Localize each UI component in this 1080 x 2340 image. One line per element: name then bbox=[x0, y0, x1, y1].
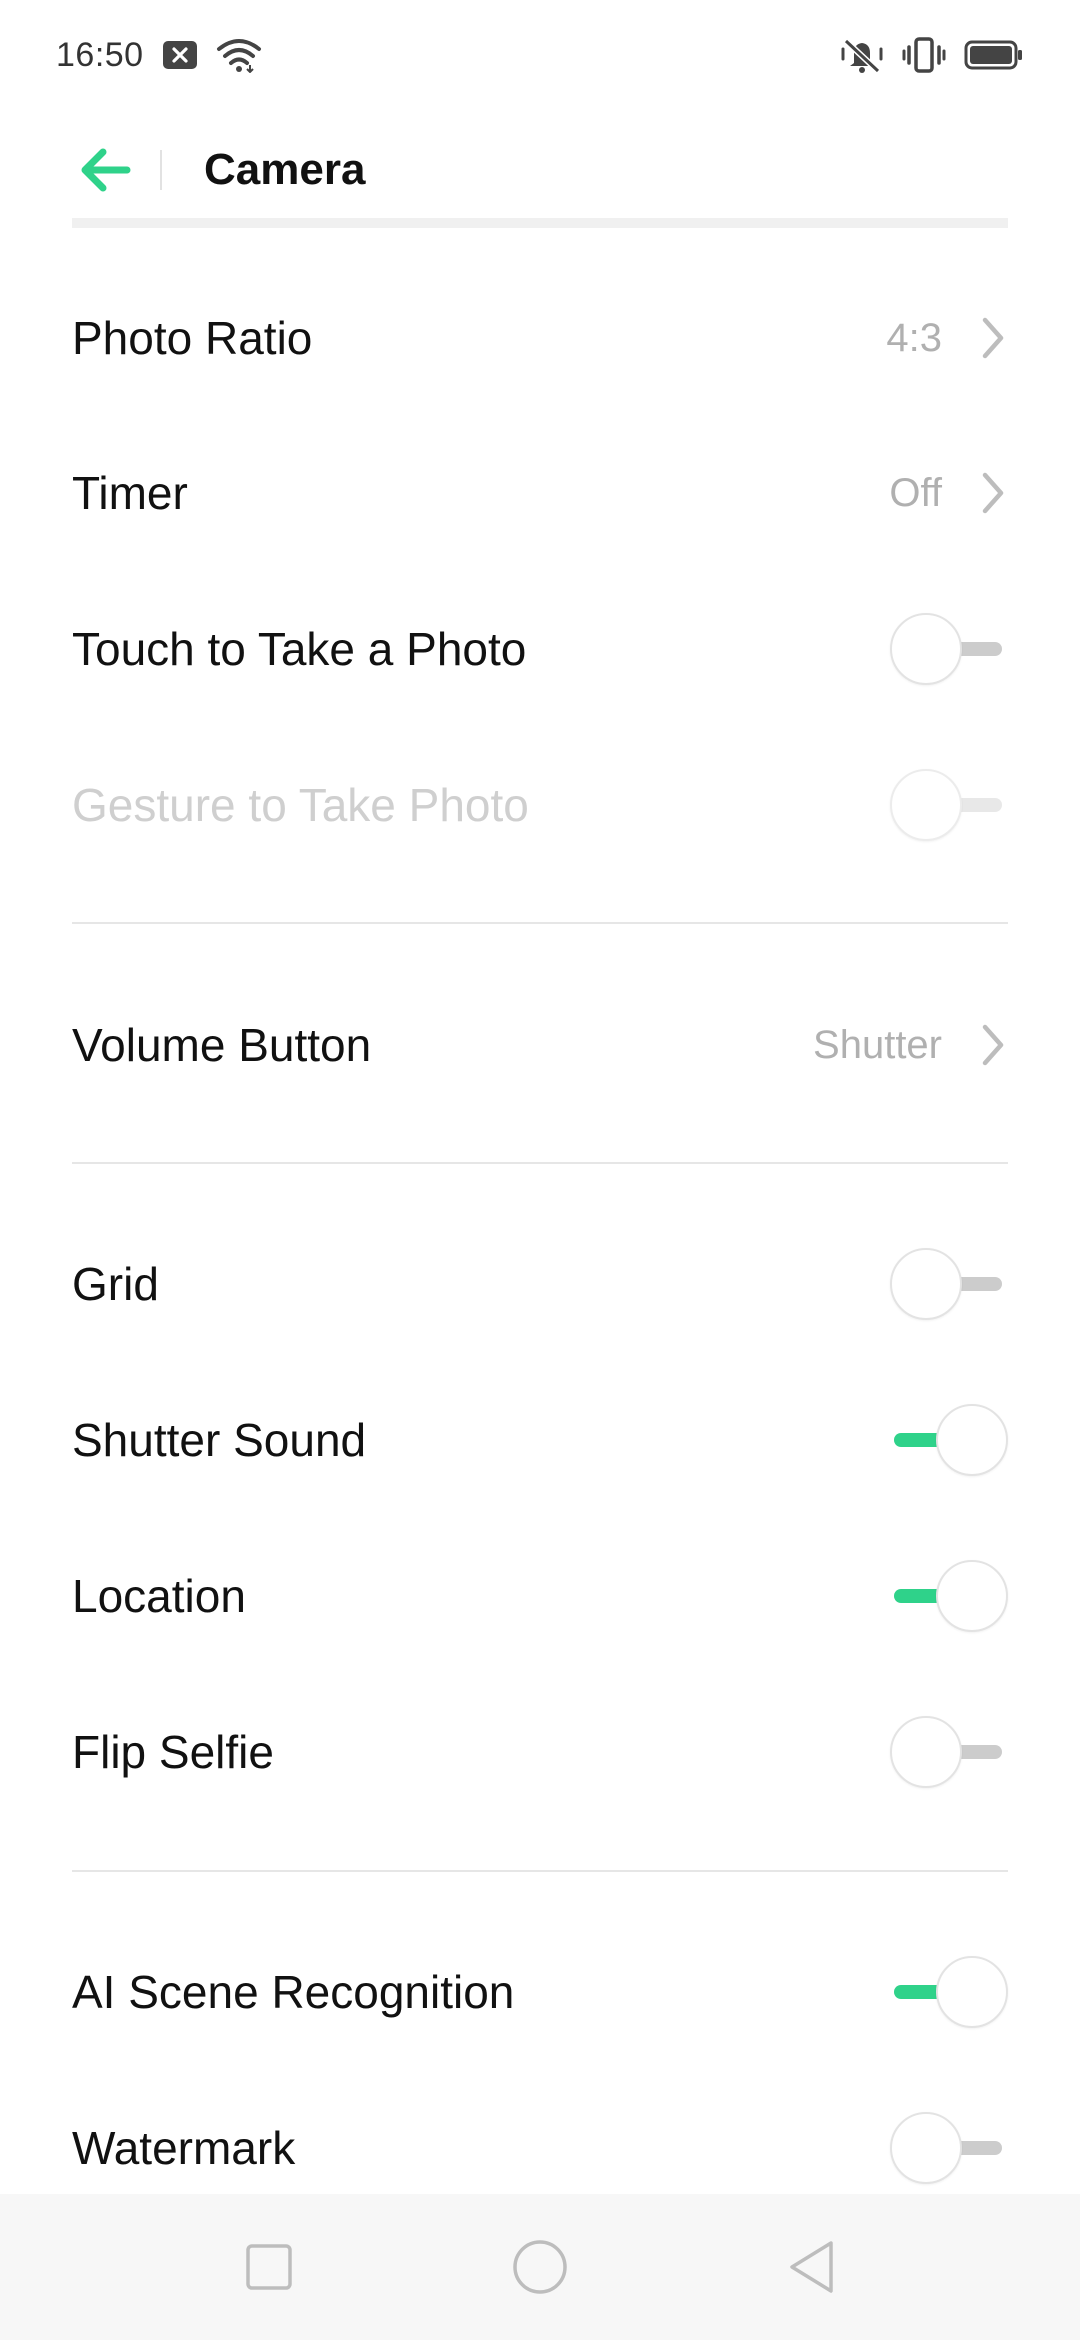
timer-value: Off bbox=[889, 470, 942, 515]
gesture-to-take-photo-row: Gesture to Take Photo bbox=[0, 727, 1080, 883]
wifi-icon bbox=[216, 37, 262, 73]
shutter-sound-right bbox=[890, 1402, 1008, 1478]
volume-button-value: Shutter bbox=[813, 1022, 942, 1067]
gesture-to-take-photo-right bbox=[890, 767, 1008, 843]
grid-label: Grid bbox=[72, 1258, 159, 1310]
volume-button-row[interactable]: Volume Button Shutter bbox=[0, 967, 1080, 1123]
toggle-knob bbox=[890, 1716, 962, 1788]
photo-ratio-right: 4:3 bbox=[886, 314, 1008, 362]
mute-bell-icon bbox=[840, 35, 884, 75]
app-bar: Camera bbox=[0, 110, 1080, 230]
section-divider bbox=[72, 922, 1008, 924]
flip-selfie-right bbox=[890, 1714, 1008, 1790]
gesture-to-take-photo-toggle bbox=[890, 767, 1008, 843]
chevron-right-icon bbox=[978, 469, 1008, 517]
flip-selfie-toggle[interactable] bbox=[890, 1714, 1008, 1790]
toggle-knob bbox=[890, 2112, 962, 2184]
recents-button[interactable] bbox=[226, 2224, 312, 2310]
photo-ratio-value: 4:3 bbox=[886, 315, 942, 360]
photo-ratio-row[interactable]: Photo Ratio 4:3 bbox=[0, 260, 1080, 416]
header-divider bbox=[72, 218, 1008, 228]
notification-close-icon bbox=[162, 39, 198, 71]
gesture-to-take-photo-label: Gesture to Take Photo bbox=[72, 779, 529, 831]
section-divider bbox=[72, 1162, 1008, 1164]
ai-scene-recognition-label: AI Scene Recognition bbox=[72, 1966, 515, 2018]
location-toggle[interactable] bbox=[890, 1558, 1008, 1634]
location-right bbox=[890, 1558, 1008, 1634]
location-label: Location bbox=[72, 1570, 246, 1622]
page-title: Camera bbox=[204, 145, 366, 194]
grid-row: Grid bbox=[0, 1206, 1080, 1362]
touch-to-take-photo-label: Touch to Take a Photo bbox=[72, 623, 527, 675]
shutter-sound-toggle[interactable] bbox=[890, 1402, 1008, 1478]
section-divider bbox=[72, 1870, 1008, 1872]
camera-settings-screen: 16:50 Camera Photo Ratio 4:3 Timer Off T… bbox=[0, 0, 1080, 2340]
toggle-knob bbox=[890, 769, 962, 841]
arrow-left-icon bbox=[77, 146, 133, 194]
navigation-bar bbox=[0, 2194, 1080, 2340]
touch-to-take-photo-toggle[interactable] bbox=[890, 611, 1008, 687]
ai-scene-recognition-right bbox=[890, 1954, 1008, 2030]
timer-right: Off bbox=[889, 469, 1008, 517]
back-nav-button[interactable] bbox=[768, 2224, 854, 2310]
status-left: 16:50 bbox=[56, 36, 262, 75]
ai-scene-recognition-toggle[interactable] bbox=[890, 1954, 1008, 2030]
watermark-toggle[interactable] bbox=[890, 2110, 1008, 2186]
circle-icon bbox=[512, 2239, 568, 2295]
touch-to-take-photo-row: Touch to Take a Photo bbox=[0, 571, 1080, 727]
watermark-label: Watermark bbox=[72, 2122, 296, 2174]
shutter-sound-label: Shutter Sound bbox=[72, 1414, 367, 1466]
flip-selfie-label: Flip Selfie bbox=[72, 1726, 274, 1778]
chevron-right-icon bbox=[978, 314, 1008, 362]
triangle-back-icon bbox=[786, 2239, 836, 2295]
touch-to-take-photo-right bbox=[890, 611, 1008, 687]
watermark-right bbox=[890, 2110, 1008, 2186]
shutter-sound-row: Shutter Sound bbox=[0, 1362, 1080, 1518]
flip-selfie-row: Flip Selfie bbox=[0, 1674, 1080, 1830]
back-button[interactable] bbox=[50, 120, 160, 220]
location-row: Location bbox=[0, 1518, 1080, 1674]
volume-button-label: Volume Button bbox=[72, 1019, 372, 1071]
volume-button-right: Shutter bbox=[813, 1021, 1008, 1069]
status-right bbox=[840, 35, 1024, 75]
timer-row[interactable]: Timer Off bbox=[0, 415, 1080, 571]
toggle-knob bbox=[936, 1404, 1008, 1476]
battery-icon bbox=[964, 38, 1024, 72]
status-bar: 16:50 bbox=[0, 0, 1080, 110]
square-icon bbox=[245, 2243, 293, 2291]
timer-label: Timer bbox=[72, 467, 188, 519]
grid-right bbox=[890, 1246, 1008, 1322]
status-time: 16:50 bbox=[56, 35, 144, 74]
toggle-knob bbox=[890, 613, 962, 685]
title-divider bbox=[160, 150, 162, 190]
chevron-right-icon bbox=[978, 1021, 1008, 1069]
toggle-knob bbox=[890, 1248, 962, 1320]
grid-toggle[interactable] bbox=[890, 1246, 1008, 1322]
ai-scene-recognition-row: AI Scene Recognition bbox=[0, 1914, 1080, 2070]
photo-ratio-label: Photo Ratio bbox=[72, 312, 313, 364]
home-button[interactable] bbox=[497, 2224, 583, 2310]
toggle-knob bbox=[936, 1560, 1008, 1632]
toggle-knob bbox=[936, 1956, 1008, 2028]
vibrate-icon bbox=[902, 35, 946, 75]
